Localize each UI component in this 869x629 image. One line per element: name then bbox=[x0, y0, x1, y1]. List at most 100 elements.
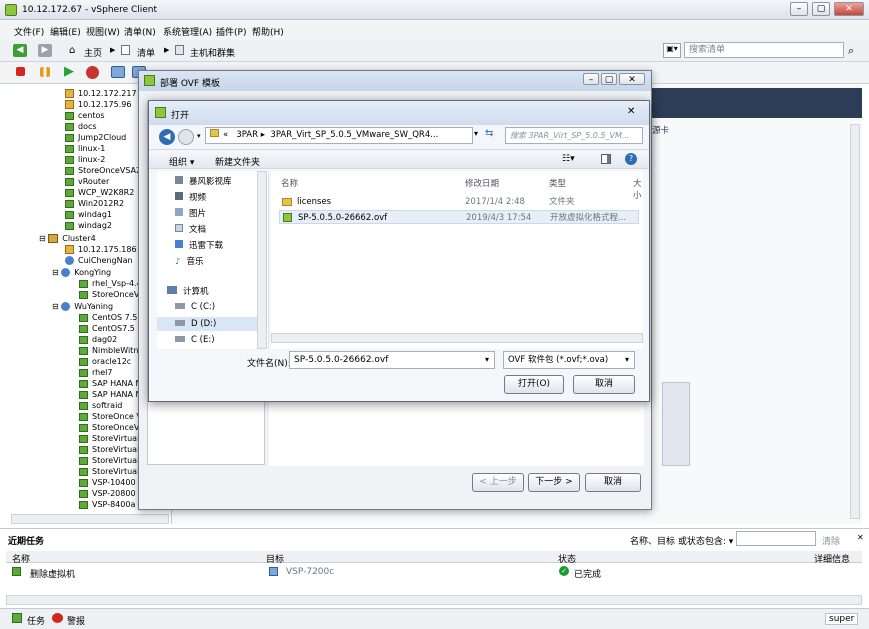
nav-v-scrollbar[interactable] bbox=[257, 171, 267, 349]
tree-vm[interactable]: windag2 bbox=[65, 220, 112, 231]
search-icon[interactable]: ⌕ bbox=[848, 44, 854, 58]
open-button[interactable]: 打开(O) bbox=[504, 375, 564, 394]
close-panel-icon[interactable]: ✕ bbox=[857, 533, 864, 542]
nav-hosts-clusters[interactable]: 主机和群集 bbox=[190, 46, 235, 59]
back-button[interactable]: < 上一步 bbox=[472, 473, 524, 492]
tree-vm[interactable]: StoreOnceVS bbox=[79, 422, 144, 433]
nav-computer[interactable]: 计算机 bbox=[167, 285, 209, 297]
tree-pool-wuyaning[interactable]: ⊟ WuYaning bbox=[52, 301, 113, 312]
tree-vm[interactable]: VSP-8400a bbox=[79, 499, 135, 510]
deploy-close-button[interactable]: ✕ bbox=[619, 73, 645, 85]
col-status[interactable]: 状态 bbox=[558, 552, 576, 565]
nav-documents[interactable]: 文档 bbox=[175, 223, 206, 235]
nav-drive-d[interactable]: D (D:) bbox=[157, 317, 267, 331]
tree-vm[interactable]: dag02 bbox=[79, 334, 117, 345]
breadcrumb-3par[interactable]: 3PAR bbox=[236, 130, 258, 140]
col-details[interactable]: 详细信息 bbox=[814, 552, 850, 565]
task-filter-input[interactable] bbox=[736, 531, 816, 546]
tree-pool-cuichengnan[interactable]: CuiChengNan bbox=[65, 255, 133, 266]
filename-dropdown-icon[interactable]: ▾ bbox=[485, 355, 489, 364]
address-bar[interactable]: « 3PAR ▸ 3PAR_Virt_SP_5.0.5_VMware_SW_QR… bbox=[205, 127, 473, 144]
tree-vm[interactable]: rhel7 bbox=[79, 367, 112, 378]
breadcrumb-folder[interactable]: 3PAR_Virt_SP_5.0.5_VMware_SW_QR4... bbox=[270, 130, 438, 140]
play-icon[interactable]: ▶ bbox=[64, 64, 74, 79]
snapshot-icon[interactable] bbox=[111, 66, 125, 78]
tree-vm[interactable]: VSP-20800 bbox=[79, 488, 136, 499]
nav-pictures[interactable]: 图片 bbox=[175, 207, 206, 219]
menu-view[interactable]: 视图(W) bbox=[86, 25, 120, 38]
tree-vm[interactable]: linux-2 bbox=[65, 154, 105, 165]
tree-vm[interactable]: docs bbox=[65, 121, 97, 132]
nav-home[interactable]: 主页 bbox=[84, 46, 102, 59]
col-name[interactable]: 名称 bbox=[281, 177, 298, 189]
tree-host-1[interactable]: 10.12.175.96 bbox=[65, 99, 131, 110]
tree-vm[interactable]: CentOS7.5 F bbox=[79, 323, 142, 334]
organize-button[interactable]: 组织 ▾ bbox=[169, 155, 194, 168]
tree-vm[interactable]: oracle12c bbox=[79, 356, 131, 367]
maximize-button[interactable]: ▢ bbox=[812, 2, 830, 16]
forward-arrow-icon[interactable] bbox=[178, 129, 194, 145]
tree-vm[interactable]: Win2012R2 bbox=[65, 198, 124, 209]
preview-pane-icon[interactable] bbox=[601, 154, 611, 164]
tree-host-0[interactable]: 10.12.172.217 bbox=[65, 88, 137, 99]
nav-inventory[interactable]: 清单 bbox=[137, 46, 155, 59]
nav-music[interactable]: ♪ 音乐 bbox=[175, 255, 203, 267]
collapse-icon[interactable]: ⊟ bbox=[39, 234, 48, 243]
menu-help[interactable]: 帮助(H) bbox=[252, 25, 284, 38]
new-folder-button[interactable]: 新建文件夹 bbox=[215, 155, 260, 168]
minimize-button[interactable]: – bbox=[790, 2, 808, 16]
tree-vm[interactable]: CentOS 7.5 F bbox=[79, 312, 145, 323]
menu-file[interactable]: 文件(F) bbox=[14, 25, 44, 38]
open-close-icon[interactable]: ✕ bbox=[627, 106, 635, 117]
col-task-name[interactable]: 名称 bbox=[12, 552, 30, 565]
collapse-icon[interactable]: ⊟ bbox=[52, 302, 61, 311]
file-row-selected[interactable]: SP-5.0.5.0-26662.ovf 2019/4/3 17:54 开放虚拟… bbox=[279, 210, 639, 224]
deploy-cancel-button[interactable]: 取消 bbox=[585, 473, 641, 492]
tree-vm[interactable]: VSP-10400 bbox=[79, 477, 136, 488]
menu-inventory[interactable]: 清单(N) bbox=[124, 25, 156, 38]
tree-vm[interactable]: StoreVirtual F bbox=[79, 433, 146, 444]
tree-vm[interactable]: StoreOnceVSA2 bbox=[65, 165, 141, 176]
tree-vm[interactable]: SAP HANA Ne bbox=[79, 389, 146, 400]
tasks-h-scrollbar[interactable] bbox=[6, 595, 862, 605]
file-h-scrollbar[interactable] bbox=[271, 333, 643, 343]
main-v-scrollbar[interactable] bbox=[850, 124, 860, 519]
tree-cluster-host[interactable]: 10.12.175.186 bbox=[65, 244, 137, 255]
deploy-minimize-button[interactable]: – bbox=[583, 73, 599, 85]
tree-vm[interactable]: linux-1 bbox=[65, 143, 105, 154]
tree-h-scrollbar[interactable] bbox=[11, 514, 169, 524]
collapse-icon[interactable]: ⊟ bbox=[52, 268, 61, 277]
address-dropdown-icon[interactable]: ▾ bbox=[474, 129, 478, 138]
clear-button[interactable]: 清除 bbox=[822, 534, 840, 547]
view-options-icon[interactable]: ☷▾ bbox=[562, 154, 575, 164]
close-button[interactable]: ✕ bbox=[834, 2, 864, 16]
filetype-dropdown-icon[interactable]: ▾ bbox=[625, 355, 629, 364]
tab-link[interactable]: 源卡 bbox=[652, 124, 669, 136]
stop-icon[interactable] bbox=[16, 67, 25, 76]
folder-search-input[interactable]: 搜索 3PAR_Virt_SP_5.0.5_VM... bbox=[505, 127, 643, 144]
tree-vm[interactable]: Jump2Cloud bbox=[65, 132, 126, 143]
file-row[interactable]: licenses 2017/1/4 2:48 文件夹 bbox=[279, 195, 639, 209]
filter-label[interactable]: 名称、目标 或状态包含: ▾ bbox=[630, 534, 733, 547]
col-date[interactable]: 修改日期 bbox=[465, 177, 499, 189]
open-cancel-button[interactable]: 取消 bbox=[573, 375, 635, 394]
tree-vm[interactable]: softraid bbox=[79, 400, 122, 411]
tree-cluster[interactable]: ⊟ Cluster4 bbox=[39, 233, 96, 244]
col-target[interactable]: 目标 bbox=[266, 552, 284, 565]
tree-vm[interactable]: rhel_Vsp-4.4 bbox=[79, 278, 142, 289]
help-icon[interactable]: ? bbox=[625, 153, 637, 165]
tree-vm[interactable]: centos bbox=[65, 110, 105, 121]
task-target[interactable]: VSP-7200c bbox=[286, 567, 334, 577]
filetype-select[interactable]: OVF 软件包 (*.ovf;*.ova) bbox=[503, 351, 635, 369]
back-icon[interactable]: ◀ bbox=[13, 44, 27, 57]
nav-drive-c[interactable]: C (C:) bbox=[175, 302, 215, 312]
refresh-icon[interactable]: ⇆ bbox=[485, 128, 493, 139]
menu-admin[interactable]: 系统管理(A) bbox=[163, 25, 212, 38]
tree-vm[interactable]: StoreOnceVS bbox=[79, 289, 144, 300]
deploy-maximize-button[interactable]: ▢ bbox=[601, 73, 617, 85]
menu-edit[interactable]: 编辑(E) bbox=[50, 25, 81, 38]
col-type[interactable]: 类型 bbox=[549, 177, 566, 189]
next-button[interactable]: 下一步 > bbox=[528, 473, 580, 492]
forward-icon[interactable]: ▶ bbox=[38, 44, 52, 57]
search-scope-icon[interactable]: ▣▾ bbox=[663, 43, 681, 58]
